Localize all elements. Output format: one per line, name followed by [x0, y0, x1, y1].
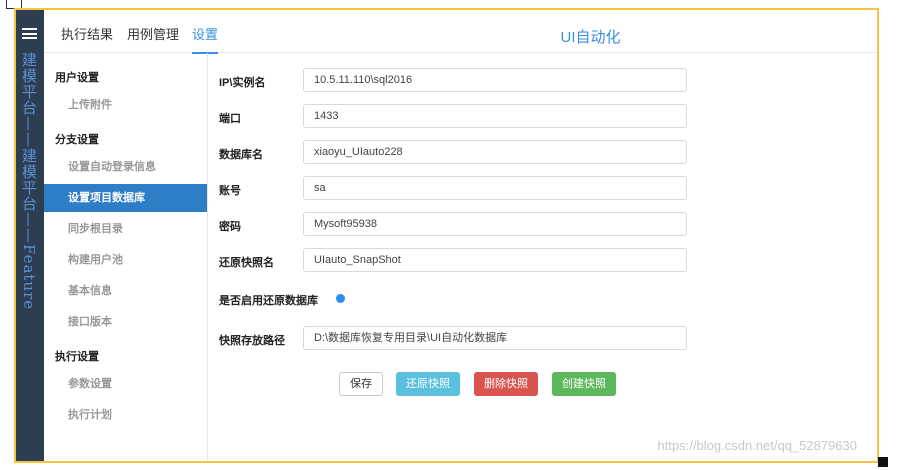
snapshot-name-label: 还原快照名 [219, 257, 274, 269]
form-row-snapshot-path: 快照存放路径 D:\数据库恢复专用目录\UI自动化数据库 [216, 326, 696, 352]
nav-item-upload-attachment[interactable]: 上传附件 [44, 91, 207, 119]
form-row-ip: IP\实例名 10.5.11.110\sql2016 [216, 68, 696, 94]
restore-toggle[interactable] [336, 294, 345, 303]
side-nav: 用户设置 上传附件 分支设置 设置自动登录信息 设置项目数据库 同步根目录 构建… [44, 53, 208, 461]
form-row-dbname: 数据库名 xiaoyu_UIauto228 [216, 140, 696, 166]
button-bar: 保存 还原快照 删除快照 创建快照 [216, 372, 696, 398]
snapshot-name-input[interactable]: UIauto_SnapShot [303, 248, 687, 272]
form-row-port: 端口 1433 [216, 104, 696, 130]
nav-item-exec-plan[interactable]: 执行计划 [44, 401, 207, 429]
restore-snapshot-button[interactable]: 还原快照 [396, 372, 460, 396]
form-row-restore-toggle: 是否启用还原数据库 [216, 290, 696, 316]
left-rail: 建模平台——建模平台——Feature [16, 10, 44, 461]
nav-item-api-version[interactable]: 接口版本 [44, 308, 207, 336]
password-label: 密码 [219, 221, 241, 233]
app-title: UI自动化 [560, 29, 621, 46]
ip-label: IP\实例名 [219, 77, 266, 89]
account-label: 账号 [219, 185, 241, 197]
nav-item-param-settings[interactable]: 参数设置 [44, 370, 207, 398]
save-button[interactable]: 保存 [339, 372, 383, 396]
restore-toggle-label: 是否启用还原数据库 [219, 295, 318, 307]
form-row-password: 密码 Mysoft95938 [216, 212, 696, 238]
ip-input[interactable]: 10.5.11.110\sql2016 [303, 68, 687, 92]
top-nav: 执行结果 用例管理 设置 UI自动化 [44, 10, 877, 54]
nav-item-project-database[interactable]: 设置项目数据库 [44, 184, 207, 212]
nav-item-basic-info[interactable]: 基本信息 [44, 277, 207, 305]
port-label: 端口 [219, 113, 241, 125]
window-corner-mark [878, 457, 888, 467]
hamburger-menu-icon[interactable] [22, 28, 37, 39]
nav-group-branch-settings: 分支设置 [55, 134, 99, 146]
dbname-label: 数据库名 [219, 149, 263, 161]
snapshot-path-input[interactable]: D:\数据库恢复专用目录\UI自动化数据库 [303, 326, 687, 350]
nav-group-exec-settings: 执行设置 [55, 351, 99, 363]
nav-item-user-pool[interactable]: 构建用户池 [44, 246, 207, 274]
password-input[interactable]: Mysoft95938 [303, 212, 687, 236]
dbname-input[interactable]: xiaoyu_UIauto228 [303, 140, 687, 164]
create-snapshot-button[interactable]: 创建快照 [552, 372, 616, 396]
app-frame: 建模平台——建模平台——Feature 执行结果 用例管理 设置 UI自动化 用… [14, 8, 879, 463]
form-row-snapshot-name: 还原快照名 UIauto_SnapShot [216, 248, 696, 274]
nav-item-sync-root[interactable]: 同步根目录 [44, 215, 207, 243]
rail-title: 建模平台——建模平台——Feature [20, 52, 38, 311]
account-input[interactable]: sa [303, 176, 687, 200]
port-input[interactable]: 1433 [303, 104, 687, 128]
form-row-account: 账号 sa [216, 176, 696, 202]
watermark: https://blog.csdn.net/qq_52879630 [657, 438, 858, 453]
delete-snapshot-button[interactable]: 删除快照 [474, 372, 538, 396]
nav-item-auto-login[interactable]: 设置自动登录信息 [44, 153, 207, 181]
nav-group-user-settings: 用户设置 [55, 72, 99, 84]
snapshot-path-label: 快照存放路径 [219, 335, 285, 347]
